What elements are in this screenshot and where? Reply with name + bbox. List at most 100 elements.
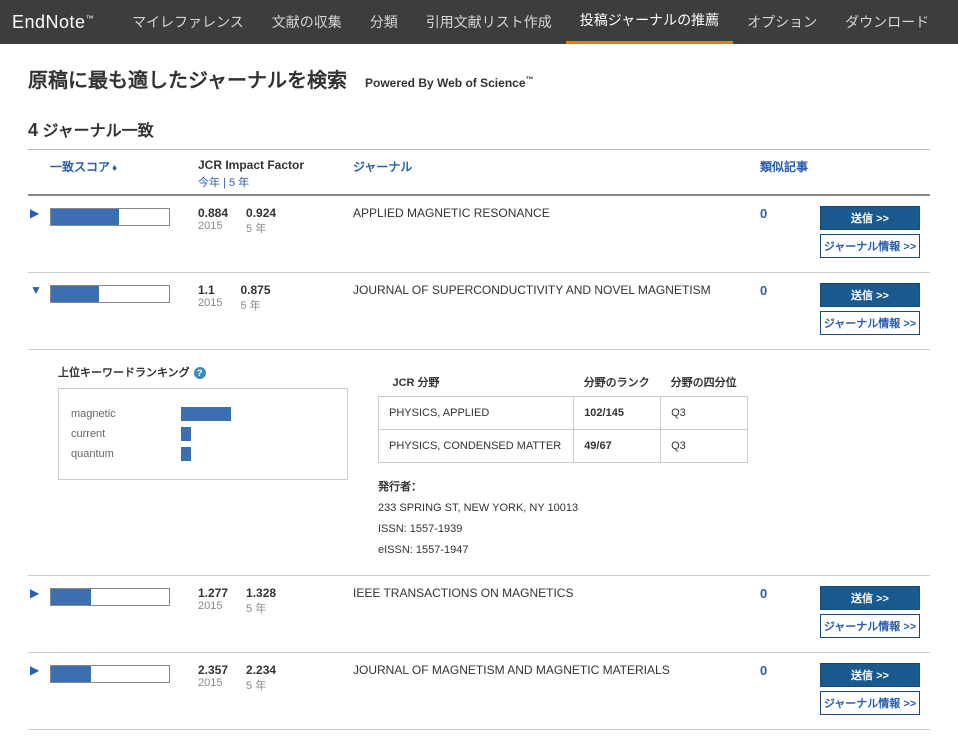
table-header-row: 一致スコア♦ JCR Impact Factor 今年 | 5 年 ジャーナル … bbox=[28, 150, 930, 196]
jcr-category-table: JCR 分野分野のランク分野の四分位PHYSICS, APPLIED102/14… bbox=[378, 364, 748, 463]
keyword-chart: magnetic current quantum bbox=[58, 388, 348, 480]
send-button[interactable]: 送信 >> bbox=[820, 206, 920, 230]
journal-info-button[interactable]: ジャーナル情報 >> bbox=[820, 691, 920, 715]
if-5yr-label: 5 年 bbox=[240, 297, 270, 313]
keyword-bar bbox=[181, 407, 231, 421]
nav-item-5[interactable]: オプション bbox=[733, 0, 831, 44]
if-5yr: 1.328 bbox=[246, 586, 276, 600]
journal-info-button[interactable]: ジャーナル情報 >> bbox=[820, 311, 920, 335]
keyword-label: quantum bbox=[71, 448, 181, 460]
similar-count[interactable]: 0 bbox=[760, 283, 767, 298]
expand-icon[interactable]: ▶ bbox=[30, 663, 39, 677]
results-table: 一致スコア♦ JCR Impact Factor 今年 | 5 年 ジャーナル … bbox=[28, 149, 930, 730]
send-button[interactable]: 送信 >> bbox=[820, 663, 920, 687]
similar-count[interactable]: 0 bbox=[760, 206, 767, 221]
if-current: 0.884 bbox=[198, 206, 228, 220]
if-5yr: 0.924 bbox=[246, 206, 276, 220]
powered-by: Powered By Web of Science™ bbox=[365, 75, 534, 90]
journal-info-button[interactable]: ジャーナル情報 >> bbox=[820, 614, 920, 638]
nav-item-2[interactable]: 分類 bbox=[356, 0, 412, 44]
keyword-row: magnetic bbox=[71, 407, 335, 421]
page-title: 原稿に最も適したジャーナルを検索 bbox=[28, 64, 347, 93]
jcr-category-name: PHYSICS, APPLIED bbox=[379, 397, 574, 430]
if-5yr-label: 5 年 bbox=[246, 677, 276, 693]
nav-item-4[interactable]: 投稿ジャーナルの推薦 bbox=[566, 0, 733, 44]
similar-count[interactable]: 0 bbox=[760, 586, 767, 601]
help-icon[interactable]: ? bbox=[194, 367, 206, 379]
match-score-fill bbox=[51, 209, 119, 225]
if-5yr-label: 5 年 bbox=[246, 600, 276, 616]
if-5yr: 2.234 bbox=[246, 663, 276, 677]
nav-items: マイレファレンス文献の収集分類引用文献リスト作成投稿ジャーナルの推薦オプションダ… bbox=[118, 0, 943, 44]
header-jcr-years[interactable]: 今年 | 5 年 bbox=[198, 174, 353, 190]
jcr-table-header: JCR 分野 bbox=[379, 364, 574, 397]
expand-icon[interactable]: ▶ bbox=[30, 206, 39, 220]
publisher-label: 発行者： bbox=[378, 481, 422, 493]
logo-text: EndNote bbox=[12, 12, 86, 32]
nav-item-0[interactable]: マイレファレンス bbox=[118, 0, 258, 44]
if-5yr-label: 5 年 bbox=[246, 220, 276, 236]
match-score-fill bbox=[51, 286, 99, 302]
if-current-year: 2015 bbox=[198, 677, 228, 689]
match-score-fill bbox=[51, 666, 91, 682]
similar-count[interactable]: 0 bbox=[760, 663, 767, 678]
jcr-rank: 49/67 bbox=[574, 430, 661, 463]
match-count-number: 4 bbox=[28, 120, 38, 140]
jcr-quartile: Q3 bbox=[661, 397, 748, 430]
publisher-block: 発行者：233 SPRING ST, NEW YORK, NY 10013ISS… bbox=[378, 477, 930, 561]
keyword-ranking-title: 上位キーワードランキング? bbox=[58, 364, 348, 380]
keyword-row: current bbox=[71, 427, 335, 441]
if-current-year: 2015 bbox=[198, 600, 228, 612]
journal-name: IEEE TRANSACTIONS ON MAGNETICS bbox=[353, 586, 752, 600]
header-match-score[interactable]: 一致スコア♦ bbox=[50, 160, 117, 174]
if-5yr: 0.875 bbox=[240, 283, 270, 297]
match-score-fill bbox=[51, 589, 91, 605]
collapse-icon[interactable]: ▼ bbox=[30, 283, 42, 297]
logo-tm: ™ bbox=[86, 14, 95, 23]
nav-item-3[interactable]: 引用文献リスト作成 bbox=[412, 0, 566, 44]
send-button[interactable]: 送信 >> bbox=[820, 586, 920, 610]
sort-desc-icon: ♦ bbox=[112, 163, 117, 174]
match-count-label: ジャーナル一致 bbox=[42, 123, 153, 140]
eissn-value: 1557-1947 bbox=[416, 544, 469, 556]
keyword-label: magnetic bbox=[71, 408, 181, 420]
header-similar[interactable]: 類似記事 bbox=[760, 160, 808, 174]
nav-item-1[interactable]: 文献の収集 bbox=[258, 0, 356, 44]
journal-row: ▶ 2.3572015 2.2345 年 JOURNAL OF MAGNETISM A… bbox=[28, 653, 930, 730]
jcr-table-header: 分野の四分位 bbox=[661, 364, 748, 397]
journal-name: JOURNAL OF MAGNETISM AND MAGNETIC MATERI… bbox=[353, 663, 752, 677]
eissn-label: eISSN: bbox=[378, 544, 413, 556]
issn-value: 1557-1939 bbox=[410, 523, 463, 535]
journal-info-button[interactable]: ジャーナル情報 >> bbox=[820, 234, 920, 258]
keyword-row: quantum bbox=[71, 447, 335, 461]
logo: EndNote™ bbox=[12, 12, 94, 33]
rows-container: ▶0.88420150.9245 年APPLIED MAGNETIC RESON… bbox=[28, 196, 930, 730]
if-current: 1.1 bbox=[198, 283, 222, 297]
match-score-bar bbox=[50, 665, 170, 683]
send-button[interactable]: 送信 >> bbox=[820, 283, 920, 307]
if-current: 2.357 bbox=[198, 663, 228, 677]
if-current: 1.277 bbox=[198, 586, 228, 600]
jcr-quartile: Q3 bbox=[661, 430, 748, 463]
keyword-bar bbox=[181, 427, 191, 441]
expand-icon[interactable]: ▶ bbox=[30, 586, 39, 600]
match-score-bar bbox=[50, 208, 170, 226]
jcr-category-name: PHYSICS, CONDENSED MATTER bbox=[379, 430, 574, 463]
journal-detail-panel: 上位キーワードランキング? magnetic current quantum JCR 分… bbox=[28, 350, 930, 576]
top-navbar: EndNote™ マイレファレンス文献の収集分類引用文献リスト作成投稿ジャーナル… bbox=[0, 0, 958, 44]
publisher-address: 233 SPRING ST, NEW YORK, NY 10013 bbox=[378, 498, 930, 519]
if-current-year: 2015 bbox=[198, 297, 222, 309]
jcr-category-row: PHYSICS, CONDENSED MATTER49/67Q3 bbox=[379, 430, 748, 463]
match-score-bar bbox=[50, 285, 170, 303]
nav-item-6[interactable]: ダウンロード bbox=[831, 0, 943, 44]
header-jcr-impact: JCR Impact Factor bbox=[198, 158, 353, 172]
if-current-year: 2015 bbox=[198, 220, 228, 232]
journal-name: APPLIED MAGNETIC RESONANCE bbox=[353, 206, 752, 220]
header-journal[interactable]: ジャーナル bbox=[353, 160, 412, 174]
keyword-label: current bbox=[71, 428, 181, 440]
match-count: 4 ジャーナル一致 bbox=[28, 117, 930, 141]
journal-name: JOURNAL OF SUPERCONDUCTIVITY AND NOVEL M… bbox=[353, 283, 752, 297]
jcr-table-header: 分野のランク bbox=[574, 364, 661, 397]
journal-row: ▶ 0.8842015 0.9245 年 APPLIED MAGNETIC RESON… bbox=[28, 196, 930, 273]
keyword-bar bbox=[181, 447, 191, 461]
